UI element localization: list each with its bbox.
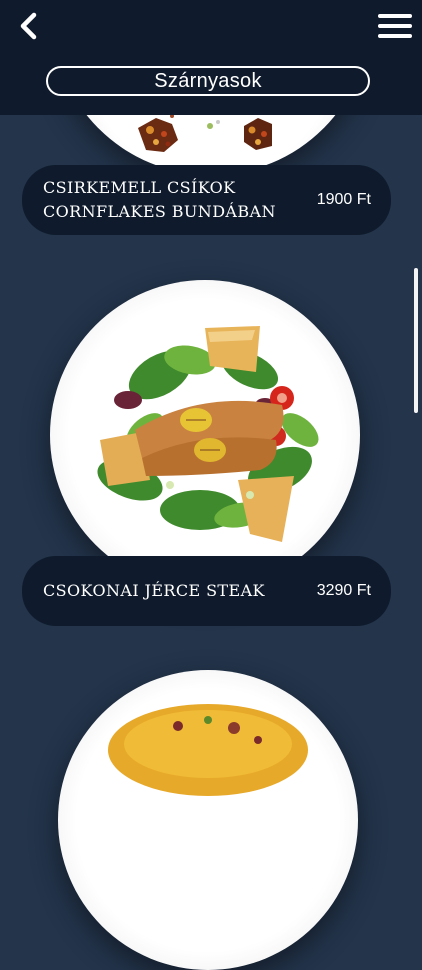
hamburger-menu-icon-bar <box>378 24 412 28</box>
chevron-left-icon <box>20 12 37 40</box>
dish-price-1: 1900 Ft <box>316 191 371 208</box>
dish-name-1-line1: CSIRKEMELL CSÍKOK <box>43 178 236 197</box>
dish-name-2: CSOKONAI JÉRCE STEAK <box>43 579 283 603</box>
back-button[interactable] <box>10 8 46 44</box>
dish-price-2: 3290 Ft <box>316 582 371 599</box>
top-bar: Szárnyasok <box>0 0 422 115</box>
hamburger-menu-icon-bar <box>378 34 412 38</box>
menu-button[interactable] <box>378 9 412 43</box>
dish-image-2[interactable] <box>50 280 360 590</box>
dish-card-1[interactable]: CSIRKEMELL CSÍKOK CORNFLAKES BUNDÁBAN 19… <box>22 165 391 235</box>
hamburger-menu-icon <box>378 14 412 18</box>
chicken-steak-salad-food <box>97 326 319 542</box>
scrollbar-thumb[interactable] <box>414 268 418 413</box>
dish-card-2[interactable]: CSOKONAI JÉRCE STEAK 3290 Ft <box>22 556 391 626</box>
category-title[interactable]: Szárnyasok <box>46 66 370 96</box>
dish-name-1-line2: CORNFLAKES BUNDÁBAN <box>43 202 276 221</box>
rice-dish-food <box>108 704 308 796</box>
dish-name-2-line1: CSOKONAI JÉRCE STEAK <box>43 581 265 600</box>
dish-name-1: CSIRKEMELL CSÍKOK CORNFLAKES BUNDÁBAN <box>43 176 283 224</box>
dish-image-3[interactable] <box>58 670 358 970</box>
